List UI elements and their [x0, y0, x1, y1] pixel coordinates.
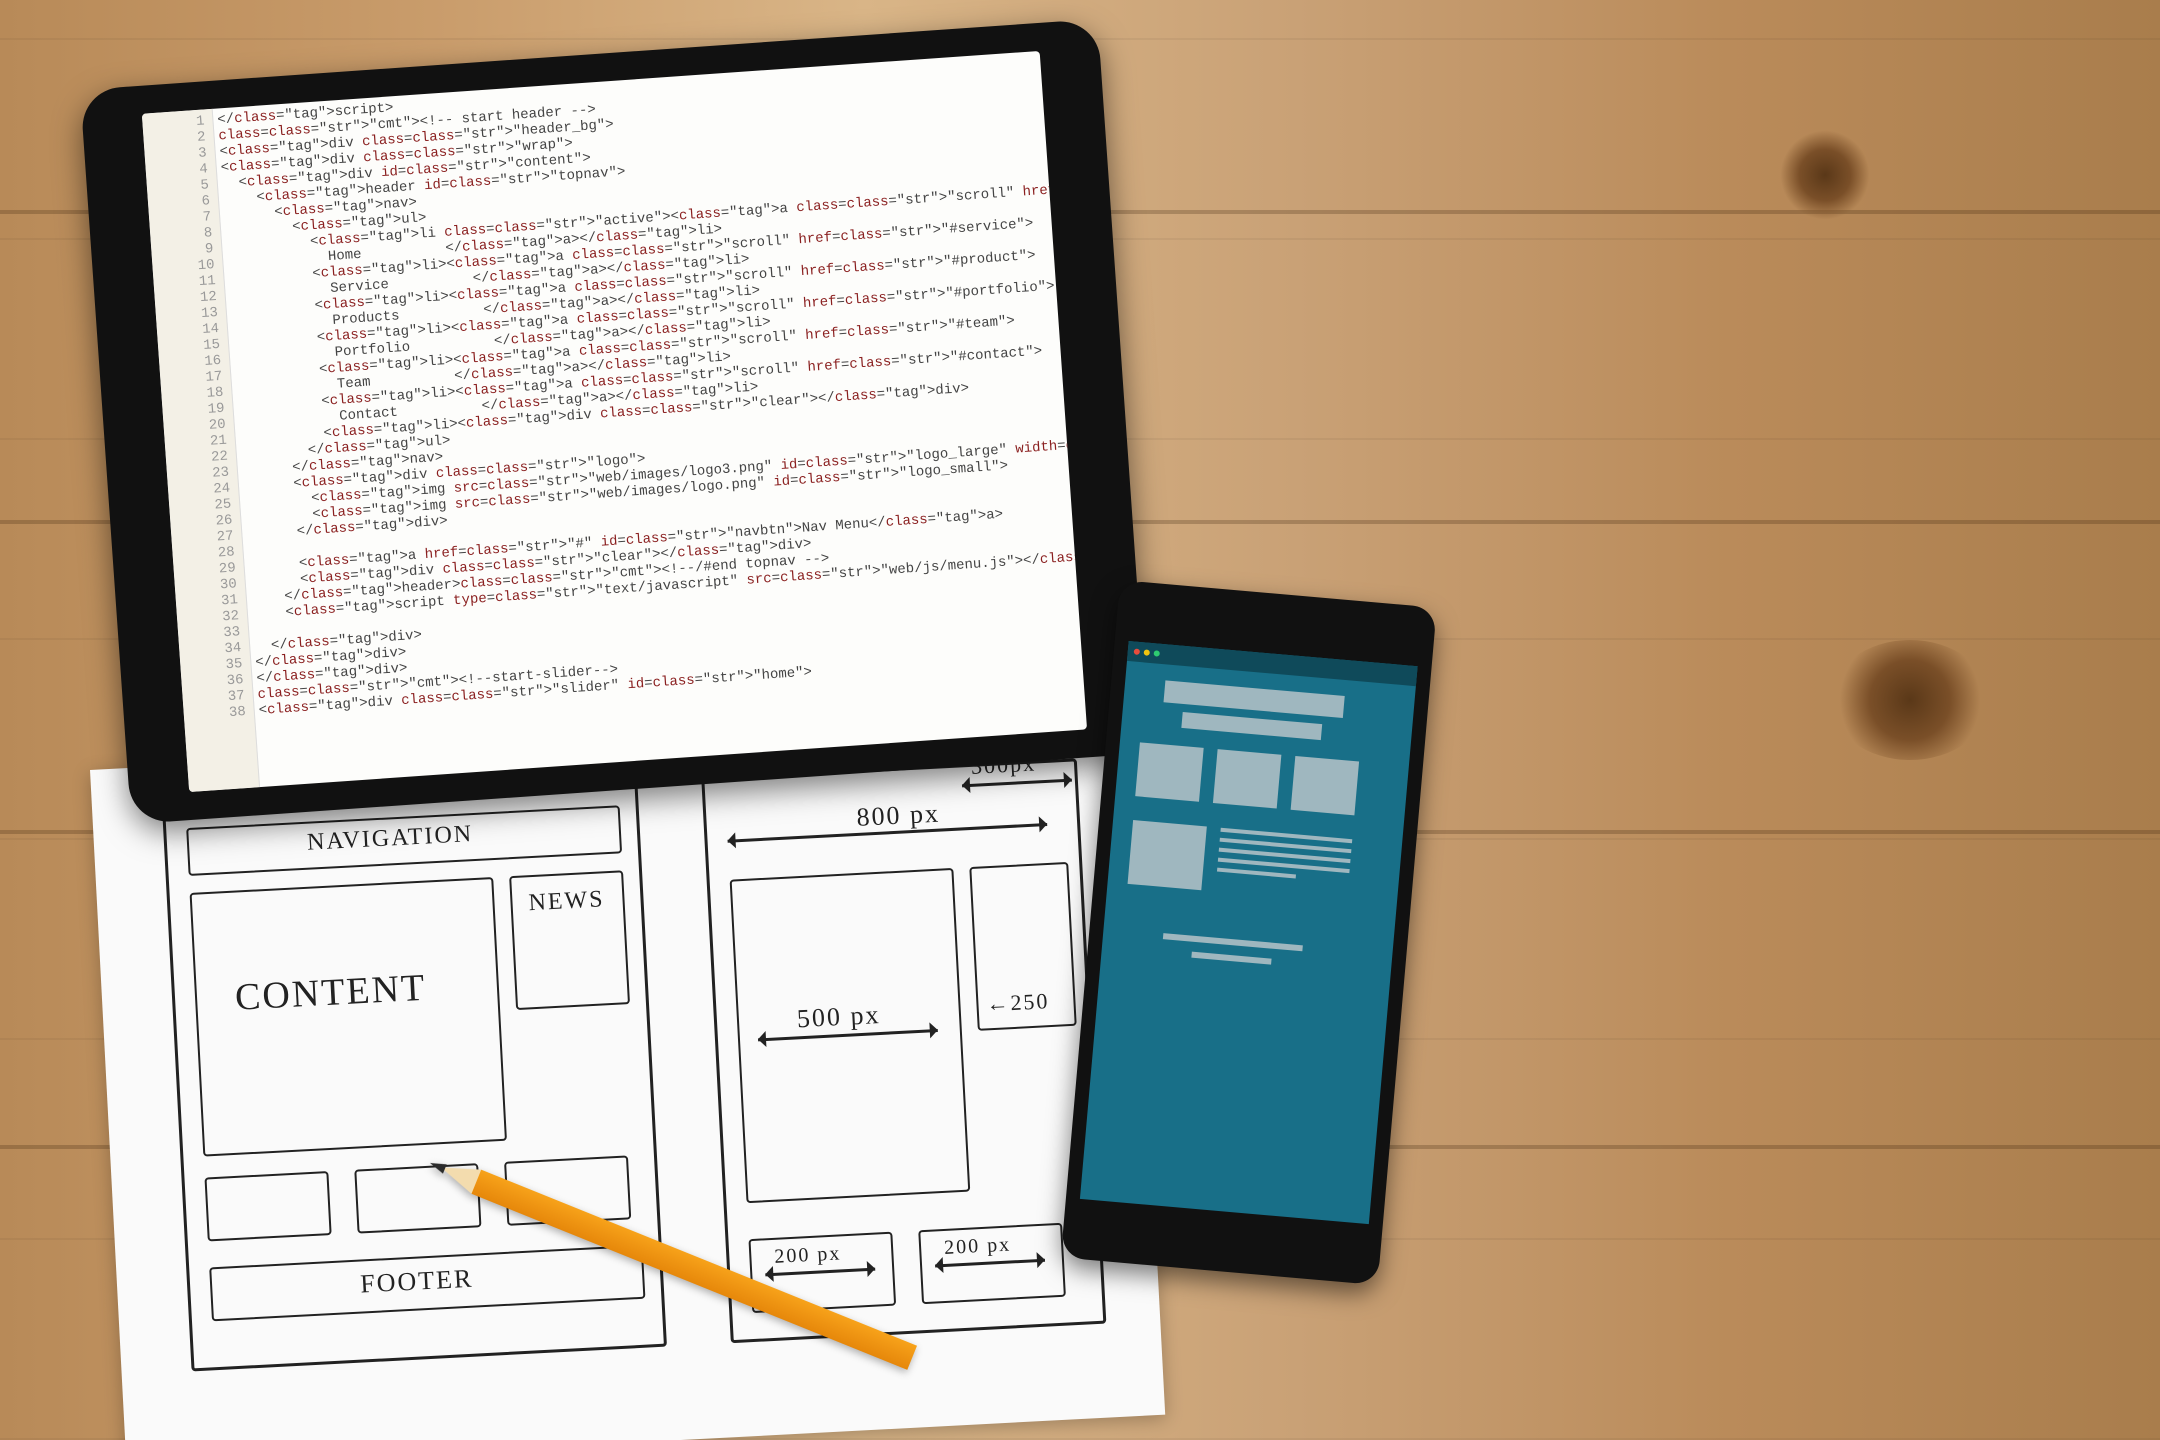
- wireframe-sketch-paper: LOGO IMAGE BANNER NAVIGATION CONTENT NEW…: [90, 716, 1165, 1440]
- phone-subhero-block: [1181, 712, 1322, 740]
- dim-250-label: ←250: [986, 988, 1050, 1017]
- phone-statusbar: [1127, 641, 1418, 686]
- wooden-desk-background: LOGO IMAGE BANNER NAVIGATION CONTENT NEW…: [0, 0, 2160, 1440]
- dim-200a-label: 200 px: [774, 1242, 842, 1268]
- news-label: NEWS: [528, 886, 605, 917]
- dim-500-label: 500 px: [796, 1000, 881, 1034]
- phone-thumb-1: [1135, 742, 1203, 801]
- phone-mockup-screen: [1080, 641, 1418, 1224]
- tablet-device: 1234567891011121314151617181920212223242…: [80, 19, 1149, 824]
- phone-footer-bar-2: [1191, 952, 1271, 965]
- smartphone-device: [1061, 580, 1437, 1285]
- status-dot-yellow: [1144, 649, 1151, 656]
- phone-thumb-3: [1291, 756, 1359, 815]
- footer-label: FOOTER: [360, 1264, 475, 1300]
- code-content: </class="tag">script> class=class="str">…: [217, 51, 1087, 787]
- status-dot-red: [1134, 648, 1141, 655]
- status-dot-green: [1153, 650, 1160, 657]
- dim-200b-label: 200 px: [944, 1233, 1012, 1259]
- phone-article-text: [1216, 828, 1352, 889]
- phone-thumb-2: [1213, 749, 1281, 808]
- phone-article-image: [1128, 820, 1207, 890]
- code-editor-screen: 1234567891011121314151617181920212223242…: [142, 51, 1087, 792]
- phone-footer-bar: [1163, 933, 1303, 951]
- dim-800-label: 800 px: [856, 799, 941, 833]
